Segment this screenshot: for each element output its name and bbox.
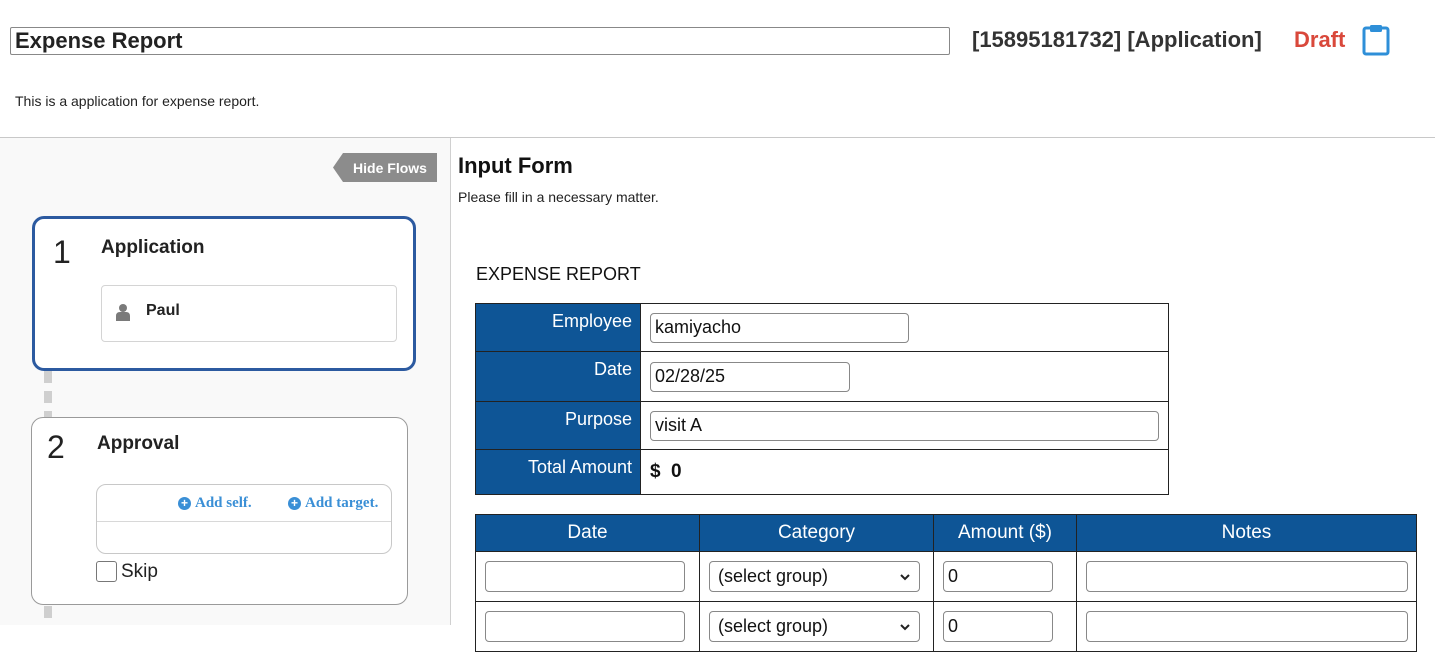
status-badge: Draft (1294, 27, 1346, 52)
flow-connector (44, 371, 52, 417)
purpose-input[interactable] (650, 410, 1159, 441)
date-input[interactable] (650, 361, 850, 392)
date-label: Date (475, 351, 641, 402)
report-info-table: Employee Date Purpose Total Amount $ 0 (475, 303, 1169, 495)
category-select[interactable]: (select group) (709, 561, 920, 592)
category-select-value: (select group) (718, 616, 829, 636)
column-header-amount: Amount ($) (933, 514, 1077, 552)
plus-circle-icon: + (178, 497, 191, 510)
table-row: (select group) (475, 551, 1417, 602)
item-date-input[interactable] (485, 561, 685, 592)
document-id: [15895181732] [Application] (972, 27, 1262, 52)
chevron-down-icon (900, 623, 910, 630)
expense-items-table: Date Category Amount ($) Notes (select g… (475, 514, 1417, 652)
flow-step-approval[interactable]: 2 Approval + Add self. + Add target. Ski… (31, 417, 408, 605)
add-target-label: Add target. (305, 495, 379, 511)
report-heading: EXPENSE REPORT (476, 264, 641, 284)
step-title: Application (101, 237, 205, 258)
form-title: Input Form (458, 153, 573, 178)
add-target-link[interactable]: + Add target. (288, 495, 378, 512)
employee-label: Employee (475, 303, 641, 352)
skip-label: Skip (121, 561, 158, 582)
page-description: This is a application for expense report… (15, 93, 260, 109)
form-subtitle: Please fill in a necessary matter. (458, 189, 659, 205)
assignee-box: Paul (101, 285, 397, 342)
category-select[interactable]: (select group) (709, 611, 920, 642)
step-number: 2 (47, 429, 65, 465)
approver-box: + Add self. + Add target. (96, 484, 392, 554)
report-title-input[interactable] (10, 27, 950, 55)
add-self-label: Add self. (195, 495, 252, 511)
date-cell (640, 351, 1169, 402)
add-self-link[interactable]: + Add self. (178, 495, 252, 512)
column-header-date: Date (475, 514, 700, 552)
item-notes-input[interactable] (1086, 611, 1408, 642)
purpose-label: Purpose (475, 401, 641, 450)
item-amount-input[interactable] (943, 561, 1053, 592)
purpose-cell (640, 401, 1169, 450)
step-title: Approval (97, 433, 180, 454)
column-header-notes: Notes (1076, 514, 1417, 552)
flow-step-application[interactable]: 1 Application Paul (32, 216, 416, 371)
hide-flows-button[interactable]: Hide Flows (333, 153, 437, 182)
step-number: 1 (53, 234, 71, 270)
pane-divider (450, 138, 451, 625)
person-icon (116, 304, 130, 321)
assignee-name: Paul (146, 302, 180, 319)
clipboard-icon[interactable] (1362, 24, 1390, 56)
item-amount-input[interactable] (943, 611, 1053, 642)
total-amount-value: 0 (671, 461, 682, 482)
table-row: (select group) (475, 601, 1417, 652)
skip-checkbox[interactable] (96, 561, 117, 582)
column-header-category: Category (699, 514, 934, 552)
plus-circle-icon: + (288, 497, 301, 510)
employee-cell (640, 303, 1169, 352)
total-amount-cell: $ 0 (640, 449, 1169, 495)
employee-input[interactable] (650, 312, 909, 343)
flow-connector (44, 606, 52, 625)
item-notes-input[interactable] (1086, 561, 1408, 592)
item-date-input[interactable] (485, 611, 685, 642)
approver-box-divider (97, 521, 391, 522)
currency-symbol: $ (650, 461, 661, 482)
category-select-value: (select group) (718, 566, 829, 586)
chevron-down-icon (900, 573, 910, 580)
total-amount-label: Total Amount (475, 449, 641, 495)
